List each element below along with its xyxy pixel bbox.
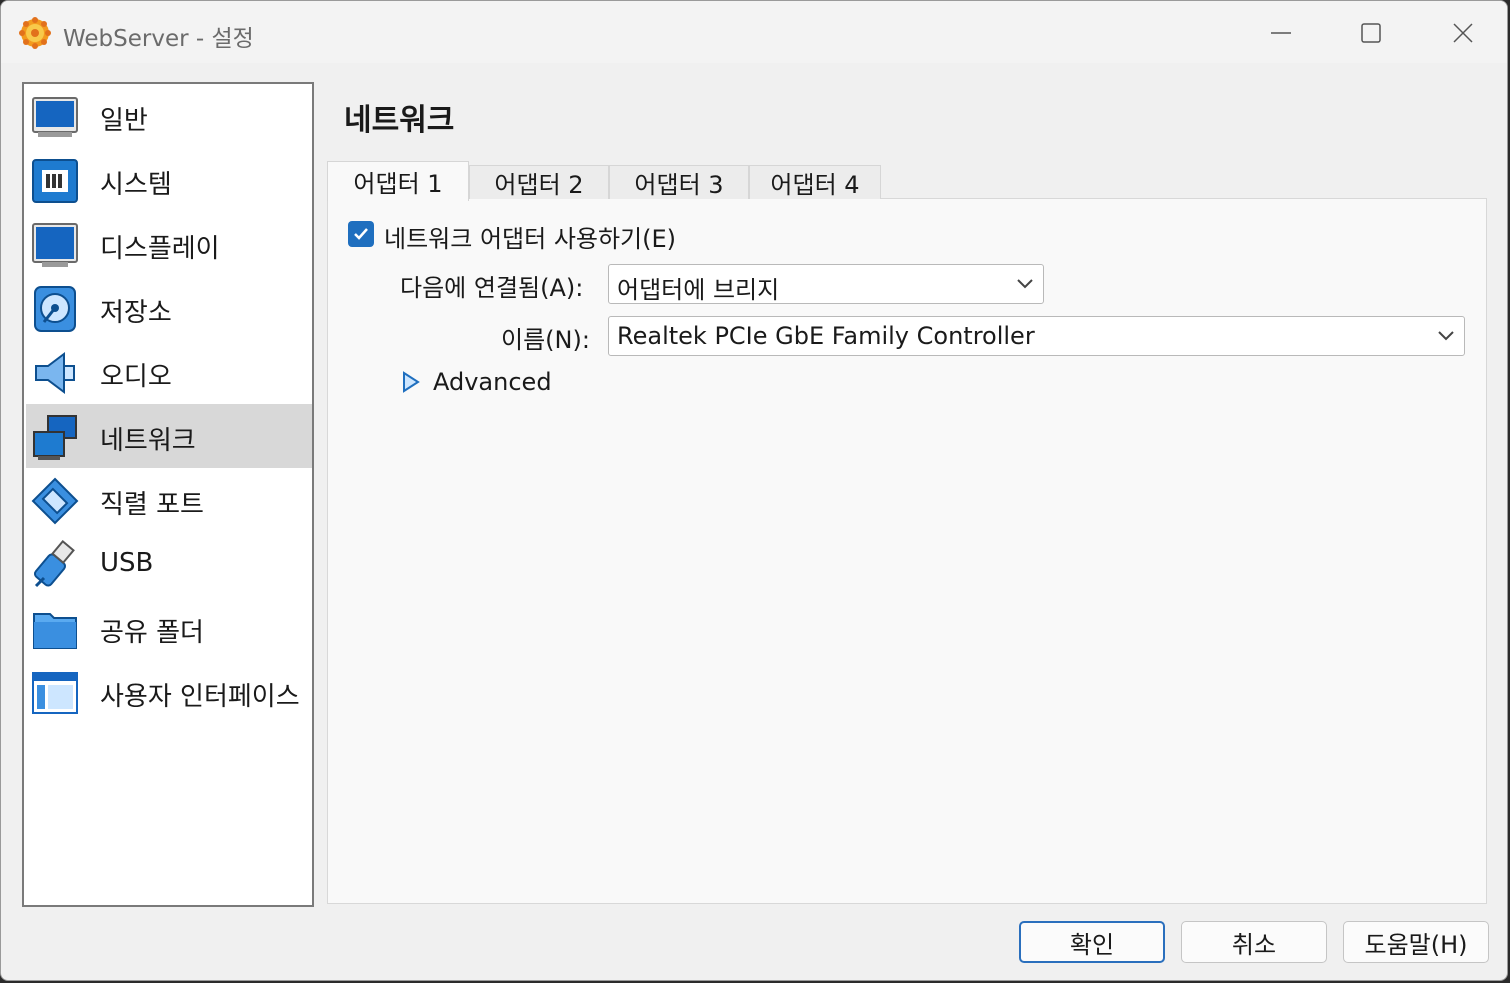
tab-adapter-1[interactable]: 어댑터 1	[327, 161, 469, 201]
sidebar-item-display[interactable]: 디스플레이	[26, 212, 312, 276]
attached-to-label: 다음에 연결됨(A):	[400, 274, 584, 302]
sidebar-item-label: 시스템	[100, 170, 172, 200]
sidebar-item-label: 네트워크	[100, 426, 196, 456]
system-icon	[32, 159, 78, 203]
minimize-icon	[1271, 32, 1291, 34]
maximize-button[interactable]	[1336, 11, 1406, 55]
settings-sidebar: 일반 시스템 디스플레이 저장소 오디오 네트워크 직렬 포트 USB 공유 폴…	[22, 82, 314, 907]
expand-arrow-icon[interactable]	[401, 371, 421, 393]
audio-icon	[35, 352, 75, 394]
sidebar-item-label: 공유 폴더	[100, 618, 204, 648]
user-interface-icon	[32, 672, 78, 714]
sidebar-item-label: 오디오	[100, 362, 172, 392]
page-title: 네트워크	[344, 103, 455, 138]
tab-adapter-3[interactable]: 어댑터 3	[609, 165, 749, 199]
sidebar-item-network[interactable]: 네트워크	[26, 404, 312, 468]
enable-adapter-label[interactable]: 네트워크 어댑터 사용하기(E)	[384, 219, 676, 254]
attached-to-select[interactable]: 어댑터에 브리지	[608, 264, 1044, 304]
maximize-icon	[1361, 23, 1381, 43]
sidebar-item-label: 저장소	[100, 298, 172, 328]
ok-button[interactable]: 확인	[1019, 921, 1165, 963]
window-title: WebServer - 설정	[63, 26, 254, 52]
sidebar-item-system[interactable]: 시스템	[26, 148, 312, 212]
sidebar-item-label: 디스플레이	[100, 234, 220, 264]
sidebar-item-label: USB	[100, 548, 154, 578]
minimize-button[interactable]	[1246, 11, 1316, 55]
close-button[interactable]	[1428, 11, 1498, 55]
serial-port-icon	[31, 477, 79, 525]
adapter-name-select[interactable]: Realtek PCIe GbE Family Controller	[608, 316, 1465, 356]
advanced-toggle[interactable]: Advanced	[433, 368, 552, 396]
display-icon	[32, 223, 78, 267]
sidebar-item-general[interactable]: 일반	[26, 84, 312, 148]
shared-folder-icon	[33, 613, 77, 649]
sidebar-item-shared-folder[interactable]: 공유 폴더	[26, 596, 312, 660]
general-icon	[32, 97, 78, 137]
sidebar-item-usb[interactable]: USB	[26, 532, 312, 596]
sidebar-item-storage[interactable]: 저장소	[26, 276, 312, 340]
enable-adapter-checkbox[interactable]	[348, 221, 374, 247]
tab-adapter-2[interactable]: 어댑터 2	[469, 165, 609, 199]
network-icon	[33, 415, 77, 460]
adapter-name-value: Realtek PCIe GbE Family Controller	[617, 322, 1035, 350]
close-icon	[1453, 23, 1473, 43]
tab-adapter-4[interactable]: 어댑터 4	[749, 165, 881, 199]
chevron-down-icon	[1017, 279, 1033, 289]
sidebar-item-label: 사용자 인터페이스	[100, 682, 300, 712]
name-label: 이름(N):	[501, 326, 590, 354]
chevron-down-icon	[1438, 331, 1454, 341]
help-button[interactable]: 도움말(H)	[1343, 921, 1489, 963]
usb-icon	[33, 540, 75, 588]
cancel-button[interactable]: 취소	[1181, 921, 1327, 963]
sidebar-item-label: 일반	[100, 106, 148, 136]
sidebar-item-label: 직렬 포트	[100, 490, 204, 520]
storage-icon	[34, 286, 76, 332]
sidebar-item-audio[interactable]: 오디오	[26, 340, 312, 404]
attached-to-value: 어댑터에 브리지	[617, 276, 780, 304]
sidebar-item-serial-port[interactable]: 직렬 포트	[26, 468, 312, 532]
virtualbox-app-icon	[19, 17, 51, 49]
checkmark-icon	[354, 228, 368, 240]
settings-window: WebServer - 설정 일반 시스템 디스플레이 저장소 오디오 네트워크…	[0, 0, 1508, 981]
title-bar[interactable]: WebServer - 설정	[1, 1, 1507, 63]
sidebar-item-user-interface[interactable]: 사용자 인터페이스	[26, 660, 312, 724]
